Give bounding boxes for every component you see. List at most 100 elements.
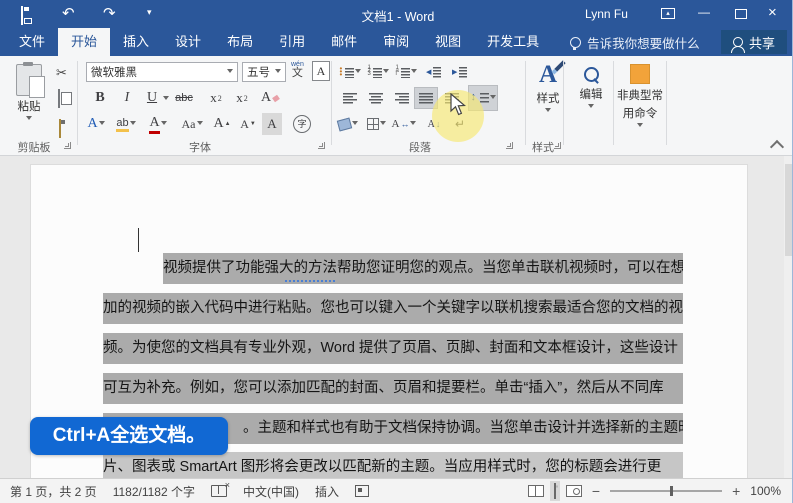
tab-home[interactable]: 开始 <box>58 28 111 56</box>
tab-developer[interactable]: 开发工具 <box>474 28 552 56</box>
enclose-characters-button[interactable]: 字 <box>290 113 314 135</box>
cut-button[interactable]: ✂ <box>56 65 67 81</box>
shading-button[interactable] <box>336 113 360 135</box>
character-border-button[interactable]: A <box>312 61 330 81</box>
grow-font-button[interactable]: A ▲ <box>210 113 234 135</box>
tab-mailings[interactable]: 邮件 <box>318 28 370 56</box>
paste-button[interactable]: 粘贴 <box>8 62 50 123</box>
shading-dropdown-icon[interactable] <box>352 120 358 128</box>
tab-file[interactable]: 文件 <box>6 28 58 56</box>
highlight-color-button[interactable]: ab <box>114 113 138 135</box>
zoom-out-button[interactable]: − <box>592 483 600 499</box>
shrink-font-button[interactable]: A ▼ <box>236 113 260 135</box>
font-name-combobox[interactable]: 微软雅黑 <box>86 62 238 82</box>
font-size-combobox[interactable]: 五号 <box>242 62 286 82</box>
bold-button[interactable]: B <box>88 87 112 109</box>
language-indicator[interactable]: 中文(中国) <box>243 483 299 500</box>
customize-qat-button[interactable]: ▾ <box>147 7 152 18</box>
account-name[interactable]: Lynn Fu <box>585 7 628 21</box>
ribbon-display-options-button[interactable]: ▴ <box>661 8 675 19</box>
align-center-button[interactable] <box>364 87 388 109</box>
styles-dialog-launcher[interactable] <box>554 142 561 149</box>
underline-dropdown-icon[interactable] <box>163 96 169 103</box>
numbering-button[interactable]: 123 <box>366 61 390 83</box>
superscript-button[interactable]: x2 <box>230 87 254 109</box>
zoom-level[interactable]: 100% <box>750 484 781 498</box>
borders-dropdown-icon[interactable] <box>379 120 386 128</box>
clipboard-dialog-launcher[interactable] <box>64 142 71 149</box>
font-dialog-launcher[interactable] <box>318 142 325 149</box>
line-spacing-dropdown-icon[interactable] <box>489 94 496 102</box>
document-area[interactable]: 视频提供了功能强大的方法帮助您证明您的观点。当您单击联机视频时，可以在想要添 加… <box>0 156 792 483</box>
tab-references[interactable]: 引用 <box>266 28 318 56</box>
character-shading-button[interactable]: A <box>262 113 282 135</box>
tab-review[interactable]: 审阅 <box>370 28 422 56</box>
zoom-in-button[interactable]: + <box>732 483 740 499</box>
asian-layout-button[interactable]: A ↔ <box>392 113 417 135</box>
selected-text-line[interactable]: 可互为补充。例如，您可以添加匹配的封面、页眉和提要栏。单击“插入”，然后从不同库 <box>103 373 683 404</box>
read-mode-button[interactable] <box>527 485 544 497</box>
paste-dropdown-icon[interactable] <box>26 116 32 123</box>
paragraph-dialog-launcher[interactable] <box>506 142 513 149</box>
collapse-ribbon-button[interactable] <box>769 139 785 155</box>
decrease-indent-button[interactable]: ◀ <box>422 61 446 83</box>
zoom-slider-thumb[interactable] <box>670 486 674 496</box>
insert-mode-indicator[interactable]: 插入 <box>315 483 339 500</box>
close-button[interactable]: × <box>768 4 777 22</box>
multilevel-list-button[interactable]: 1ai <box>394 61 418 83</box>
scrollbar-thumb[interactable] <box>785 164 792 256</box>
borders-button[interactable] <box>364 113 388 135</box>
text-effects-dropdown-icon[interactable] <box>98 120 105 128</box>
page-indicator[interactable]: 第 1 页，共 2 页 <box>10 483 97 500</box>
align-left-button[interactable] <box>338 87 362 109</box>
minimize-button[interactable]: — <box>698 3 710 21</box>
font-name-dropdown-icon[interactable] <box>227 68 233 76</box>
increase-indent-button[interactable]: ▶ <box>448 61 472 83</box>
styles-dropdown-icon[interactable] <box>545 108 551 115</box>
strikethrough-button[interactable]: abc <box>172 87 196 109</box>
selected-text-line[interactable]: 频。为使您的文档具有专业外观，Word 提供了页眉、页脚、封面和文本框设计，这些… <box>103 333 683 364</box>
editing-button[interactable]: 编辑 <box>572 62 610 111</box>
custom-commands-dropdown-icon[interactable] <box>637 123 643 130</box>
numbering-dropdown-icon[interactable] <box>382 68 389 76</box>
highlight-dropdown-icon[interactable] <box>129 120 136 128</box>
undo-button[interactable]: ↶ <box>62 5 75 23</box>
align-right-button[interactable] <box>390 87 414 109</box>
format-painter-button[interactable] <box>59 119 61 138</box>
vertical-scrollbar[interactable] <box>784 156 792 478</box>
tab-view[interactable]: 视图 <box>422 28 474 56</box>
zoom-slider[interactable] <box>610 486 723 496</box>
underline-button[interactable]: U <box>140 87 164 109</box>
multilevel-dropdown-icon[interactable] <box>410 68 417 76</box>
custom-commands-button[interactable]: 非典型常 用命令 <box>616 62 664 130</box>
clear-formatting-button[interactable]: A <box>258 87 282 109</box>
bullets-dropdown-icon[interactable] <box>354 68 361 76</box>
web-layout-button[interactable] <box>565 485 582 497</box>
text-effects-button[interactable]: A <box>84 113 108 135</box>
tab-insert[interactable]: 插入 <box>110 28 162 56</box>
tab-layout[interactable]: 布局 <box>214 28 266 56</box>
editing-dropdown-icon[interactable] <box>588 104 594 111</box>
save-icon[interactable] <box>21 6 23 25</box>
macro-record-icon[interactable] <box>354 485 369 497</box>
print-layout-button[interactable] <box>549 481 560 501</box>
selected-text-line[interactable]: 加的视频的嵌入代码中进行粘贴。您也可以键入一个关键字以联机搜索最适合您的文档的视 <box>103 293 683 324</box>
copy-button[interactable] <box>58 89 60 108</box>
subscript-button[interactable]: x2 <box>204 87 228 109</box>
word-count[interactable]: 1182/1182 个字 <box>113 483 195 500</box>
tell-me-box[interactable]: 告诉我你想要做什么 <box>570 28 700 56</box>
styles-button[interactable]: A 样式 <box>529 60 567 115</box>
proofing-errors-icon[interactable] <box>210 480 230 497</box>
selected-text-line[interactable]: 视频提供了功能强大的方法帮助您证明您的观点。当您单击联机视频时，可以在想要添 <box>163 253 683 284</box>
font-color-button[interactable]: A <box>146 113 170 135</box>
italic-button[interactable]: I <box>115 87 139 109</box>
font-size-dropdown-icon[interactable] <box>275 68 281 76</box>
change-case-dropdown-icon[interactable] <box>196 120 203 128</box>
share-button[interactable]: 共享 <box>720 30 787 54</box>
asian-layout-dropdown-icon[interactable] <box>410 120 417 128</box>
tab-design[interactable]: 设计 <box>162 28 214 56</box>
change-case-button[interactable]: Aa <box>180 113 204 135</box>
bullets-button[interactable]: • • • <box>338 61 362 83</box>
redo-button[interactable]: ↷ <box>103 5 116 23</box>
maximize-button[interactable] <box>735 9 747 19</box>
